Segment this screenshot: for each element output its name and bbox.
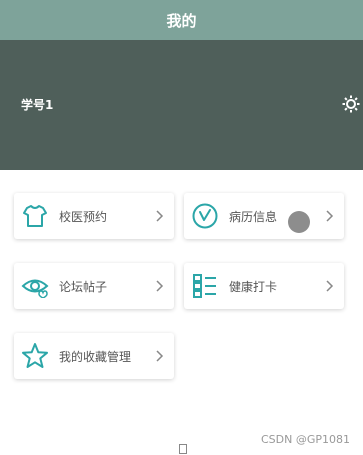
chevron-right-icon: [154, 350, 166, 362]
menu-label: 论坛帖子: [59, 279, 108, 294]
menu-card-forum-posts[interactable]: 论坛帖子: [14, 263, 174, 309]
clock-check-icon: [190, 201, 220, 231]
profile-banner: 学号1: [0, 40, 363, 170]
touch-indicator: [288, 211, 310, 233]
checklist-icon: [190, 271, 220, 301]
menu-card-favorites[interactable]: 我的收藏管理: [14, 333, 174, 379]
chevron-right-icon: [154, 210, 166, 222]
page-header: 我的: [0, 0, 363, 40]
tshirt-icon: [20, 201, 50, 231]
menu-label: 健康打卡: [229, 279, 278, 294]
chevron-right-icon: [324, 210, 336, 222]
chevron-right-icon: [324, 280, 336, 292]
menu-label: 我的收藏管理: [59, 349, 132, 364]
eye-heart-icon: [20, 271, 50, 301]
cursor-marker: [179, 444, 187, 454]
gear-icon[interactable]: [341, 94, 361, 114]
chevron-right-icon: [154, 280, 166, 292]
menu-card-clinic-appointment[interactable]: 校医预约: [14, 193, 174, 239]
page-title: 我的: [166, 11, 197, 30]
student-id-label: 学号1: [21, 98, 54, 112]
menu-card-health-checkin[interactable]: 健康打卡: [184, 263, 344, 309]
watermark: CSDN @GP1081: [261, 433, 351, 446]
menu-card-medical-records[interactable]: 病历信息: [184, 193, 344, 239]
menu-label: 校医预约: [59, 209, 108, 224]
star-icon: [20, 341, 50, 371]
